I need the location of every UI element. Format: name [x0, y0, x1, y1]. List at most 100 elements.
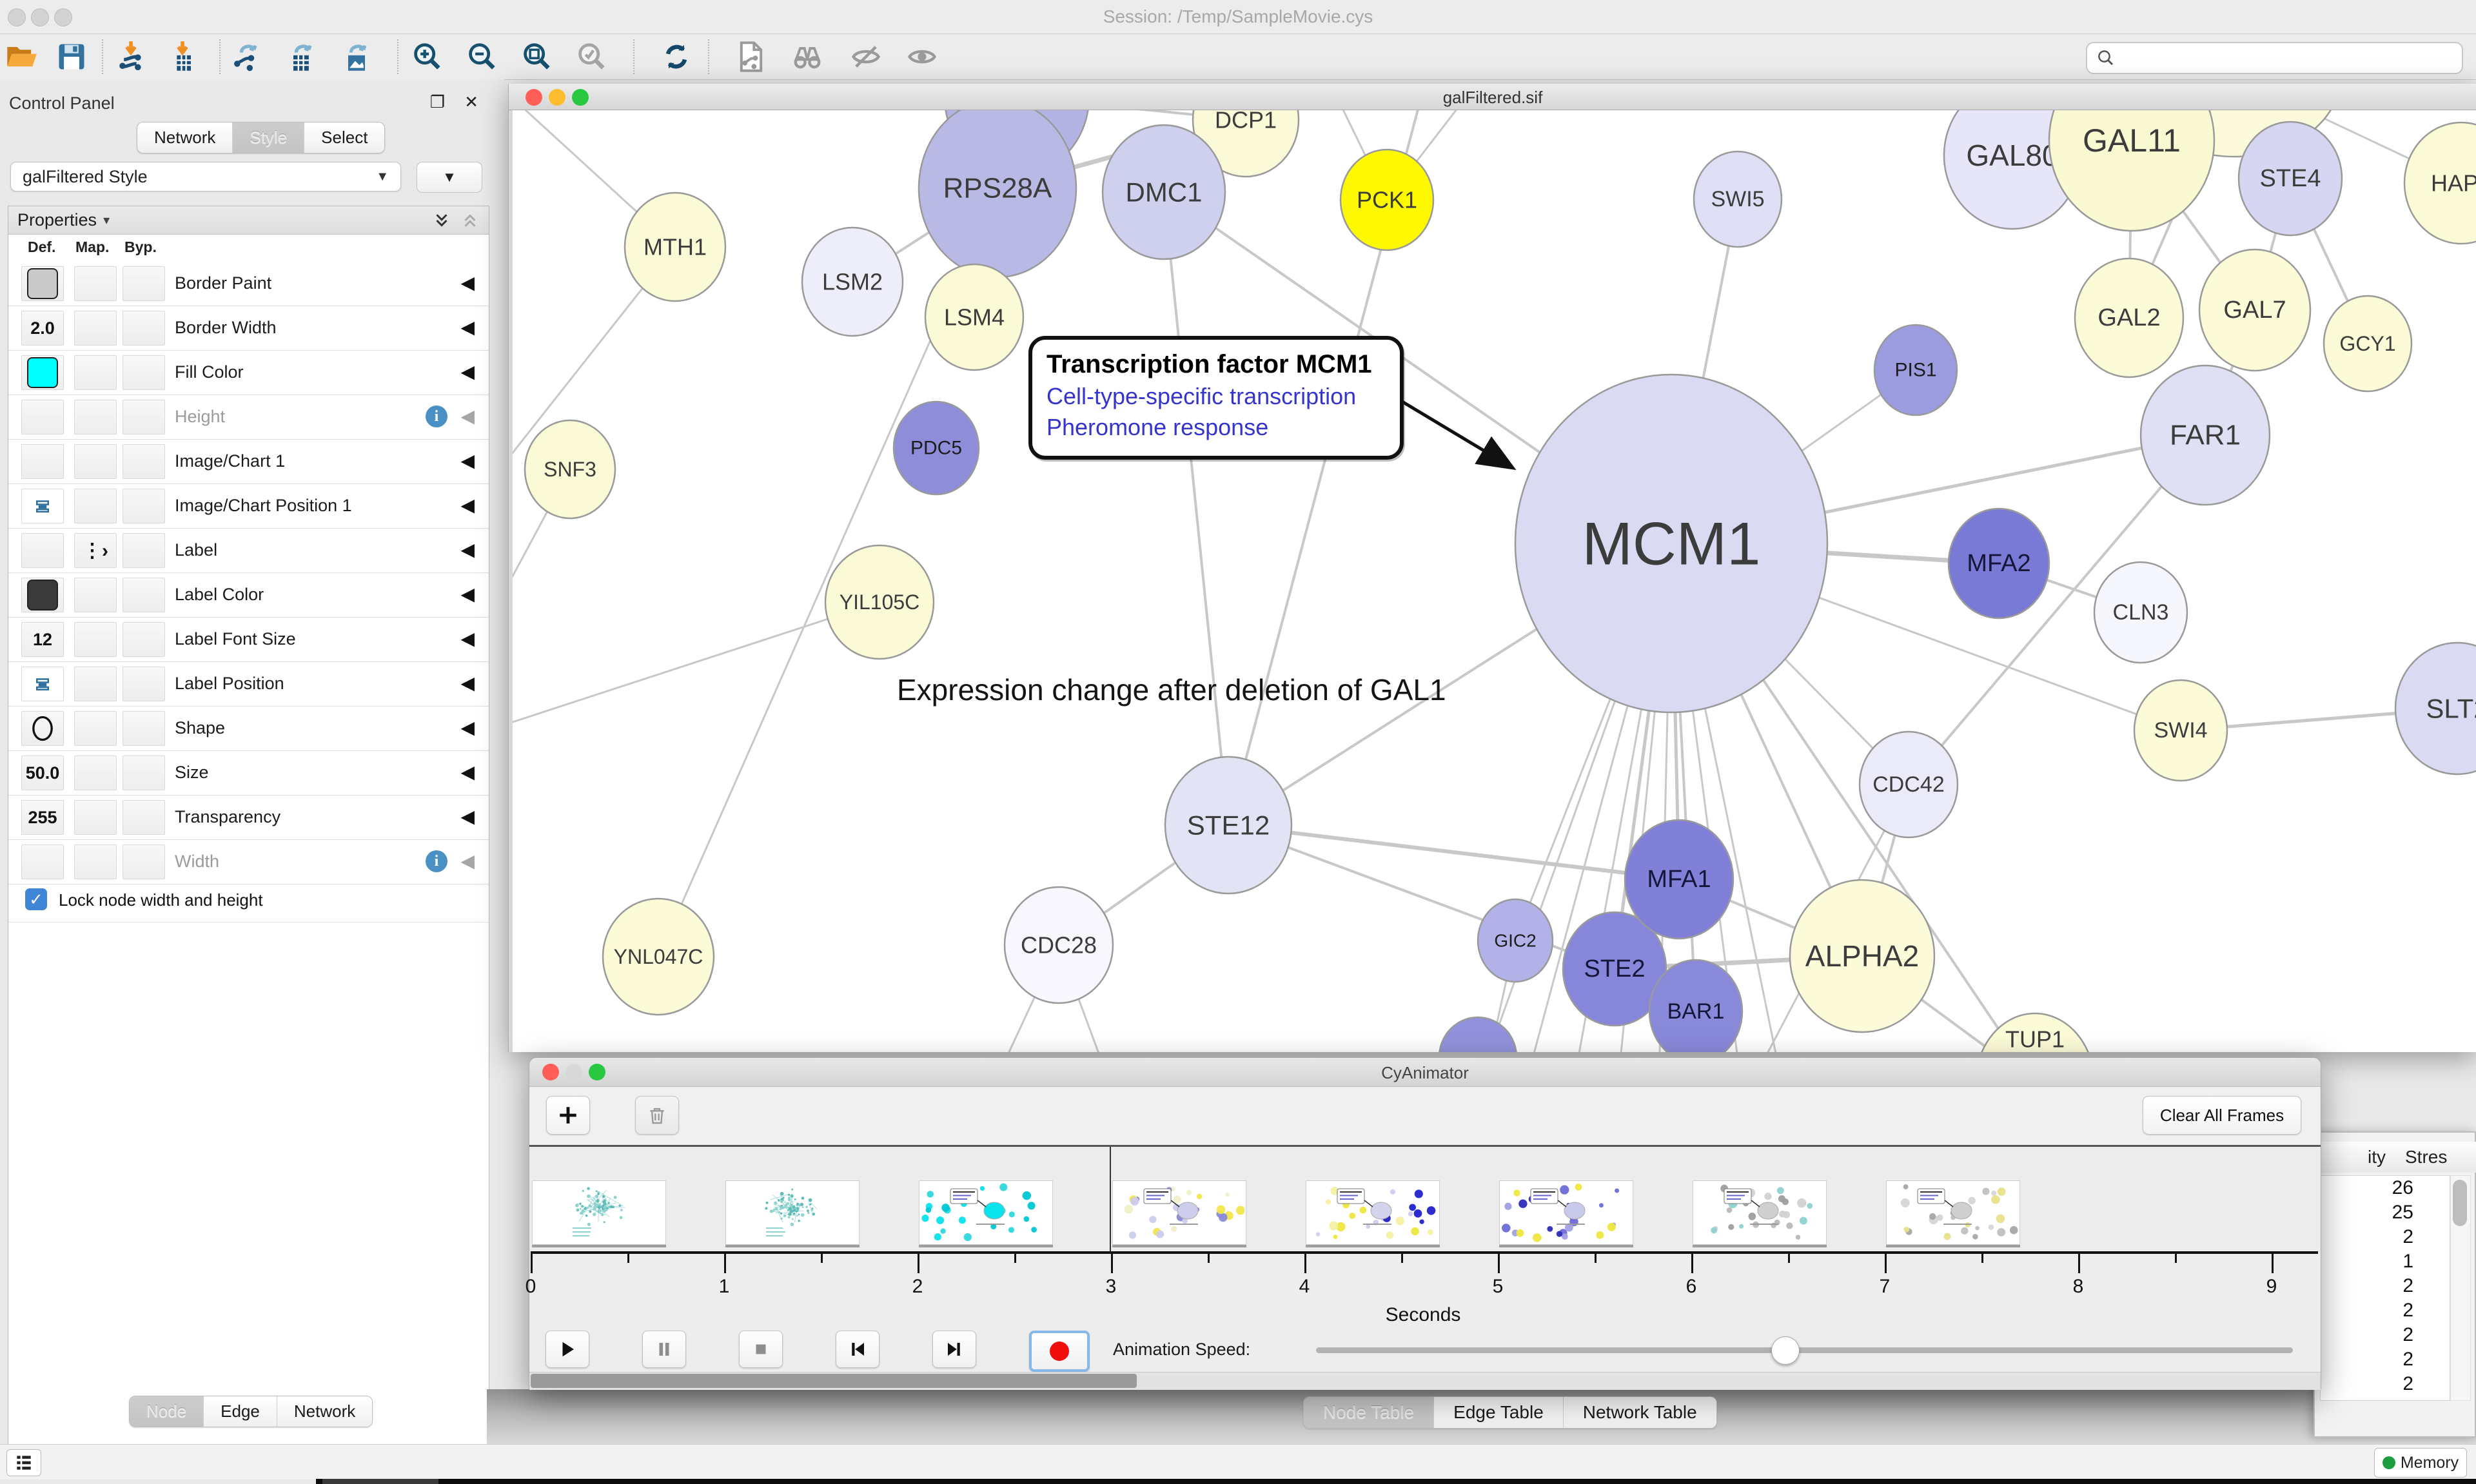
network-node-hap2[interactable]: HAP2 — [2404, 122, 2476, 244]
property-row[interactable]: ⋮›Label◀ — [8, 529, 489, 573]
previous-frame-button[interactable] — [836, 1331, 879, 1368]
frame-thumbnail-7[interactable] — [1886, 1180, 2020, 1245]
mapping-cell[interactable] — [74, 845, 117, 879]
save-session-icon[interactable] — [54, 39, 89, 74]
table-column-header-stress[interactable]: Stres — [2387, 1142, 2476, 1173]
frame-thumbnail-5[interactable] — [1499, 1180, 1633, 1245]
tab-style[interactable]: Style — [233, 122, 304, 153]
network-node-mth1[interactable]: MTH1 — [625, 193, 725, 301]
task-history-button[interactable] — [6, 1449, 41, 1476]
expand-property-icon[interactable]: ◀ — [460, 806, 475, 827]
tab-network[interactable]: Network — [137, 122, 233, 153]
default-value-cell[interactable] — [21, 355, 64, 390]
table-row[interactable]: 25 — [2321, 1200, 2450, 1225]
bypass-cell[interactable] — [123, 622, 165, 657]
network-node-rps28a[interactable]: RPS28A — [919, 110, 1076, 277]
network-node-mcm1[interactable]: MCM1 — [1515, 375, 1827, 712]
default-value-cell[interactable] — [21, 400, 64, 434]
table-row[interactable]: 2 — [2321, 1347, 2450, 1372]
expand-property-icon[interactable]: ◀ — [460, 494, 475, 516]
network-node-lsm2[interactable]: LSM2 — [802, 228, 903, 336]
network-node-yil105c[interactable]: YIL105C — [825, 545, 934, 659]
tab-network-table[interactable]: Network Table — [1564, 1397, 1716, 1428]
zoom-selected-icon[interactable] — [575, 39, 609, 74]
annotation-link-1[interactable]: Cell-type-specific transcription — [1046, 383, 1393, 410]
network-node-ynl047c[interactable]: YNL047C — [603, 899, 714, 1015]
bypass-cell[interactable] — [123, 667, 165, 701]
network-node-gal7[interactable]: GAL7 — [2199, 249, 2310, 371]
frame-thumbnail-0[interactable] — [532, 1180, 666, 1245]
show-graphics-details-icon[interactable] — [905, 39, 939, 74]
network-canvas[interactable]: DCP1RPS28ADMC1PCK1SWI5GAL80GAL11STE4HAP2… — [509, 110, 2476, 1052]
frame-thumbnail-4[interactable] — [1306, 1180, 1440, 1245]
mapping-cell[interactable] — [74, 311, 117, 346]
network-node-cln3[interactable]: CLN3 — [2094, 562, 2187, 663]
bypass-cell[interactable] — [123, 711, 165, 746]
default-value-cell[interactable] — [21, 711, 64, 746]
bypass-cell[interactable] — [123, 266, 165, 301]
network-node-dmc1[interactable]: DMC1 — [1103, 125, 1225, 259]
mapping-cell[interactable] — [74, 444, 117, 479]
tab-edge-table[interactable]: Edge Table — [1434, 1397, 1564, 1428]
refresh-layout-icon[interactable] — [659, 39, 694, 74]
frame-thumbnail-3[interactable] — [1112, 1180, 1246, 1245]
network-node-mfa1[interactable]: MFA1 — [1625, 820, 1733, 939]
zoom-in-icon[interactable] — [410, 39, 445, 74]
network-node-pck1[interactable]: PCK1 — [1341, 150, 1433, 250]
network-node-gcy1[interactable]: GCY1 — [2324, 296, 2412, 391]
tab-select[interactable]: Select — [304, 122, 384, 153]
bypass-cell[interactable] — [123, 533, 165, 568]
table-row[interactable]: 2 — [2321, 1372, 2450, 1396]
default-value-cell[interactable] — [21, 266, 64, 301]
default-value-cell[interactable] — [21, 444, 64, 479]
expand-property-icon[interactable]: ◀ — [460, 850, 475, 872]
default-value-cell[interactable]: 12 — [21, 622, 64, 657]
style-selector[interactable]: galFiltered Style ▼ — [10, 162, 401, 191]
table-row[interactable]: 2 — [2321, 1274, 2450, 1298]
table-scrollbar[interactable] — [2450, 1175, 2471, 1401]
network-node-slt2[interactable]: SLT2 — [2395, 643, 2476, 774]
cyanimator-frames-strip[interactable] — [529, 1147, 2321, 1256]
network-node-gic2[interactable]: GIC2 — [1478, 899, 1553, 982]
network-node-pis1[interactable]: PIS1 — [1874, 325, 1957, 415]
property-row[interactable]: 50.0Size◀ — [8, 751, 489, 796]
expand-property-icon[interactable]: ◀ — [460, 583, 475, 605]
search-box[interactable] — [2086, 42, 2463, 74]
expand-property-icon[interactable]: ◀ — [460, 539, 475, 560]
default-value-cell[interactable]: 50.0 — [21, 756, 64, 790]
slider-thumb[interactable] — [1771, 1336, 1800, 1365]
default-value-cell[interactable]: 255 — [21, 800, 64, 835]
open-session-icon[interactable] — [4, 39, 39, 74]
expand-property-icon[interactable]: ◀ — [460, 361, 475, 382]
property-row[interactable]: 12Label Font Size◀ — [8, 618, 489, 662]
float-panel-icon[interactable]: ❐ — [430, 92, 445, 112]
style-options-button[interactable]: ▼ — [417, 162, 482, 193]
mapping-cell[interactable] — [74, 266, 117, 301]
property-row[interactable]: Image/Chart Position 1◀ — [8, 484, 489, 529]
tab-edge[interactable]: Edge — [204, 1396, 277, 1427]
property-row[interactable]: Border Paint◀ — [8, 262, 489, 306]
bypass-cell[interactable] — [123, 578, 165, 612]
network-document-icon[interactable] — [734, 39, 769, 74]
mapping-cell[interactable] — [74, 355, 117, 390]
info-icon[interactable]: i — [426, 405, 447, 427]
animation-speed-slider[interactable] — [1316, 1347, 2293, 1353]
delete-frame-button[interactable] — [635, 1096, 679, 1135]
frame-thumbnail-2[interactable] — [919, 1180, 1053, 1245]
mapping-cell[interactable] — [74, 578, 117, 612]
network-node-n37[interactable] — [1439, 1017, 1517, 1052]
collapse-all-icon[interactable] — [460, 211, 480, 230]
table-row[interactable]: 1 — [2321, 1249, 2450, 1274]
expand-property-icon[interactable]: ◀ — [460, 450, 475, 471]
lock-size-checkbox[interactable]: ✓ — [25, 888, 47, 910]
next-frame-button[interactable] — [932, 1331, 976, 1368]
stop-button[interactable] — [739, 1331, 783, 1368]
mapping-cell[interactable] — [74, 622, 117, 657]
tab-node[interactable]: Node — [130, 1396, 204, 1427]
timeline-hscrollbar[interactable] — [529, 1372, 2321, 1390]
table-row[interactable]: 2 — [2321, 1225, 2450, 1249]
network-node-alpha2[interactable]: ALPHA2 — [1790, 880, 1934, 1032]
mapping-cell[interactable] — [74, 800, 117, 835]
network-node-swi5[interactable]: SWI5 — [1694, 151, 1782, 247]
mapping-cell[interactable] — [74, 711, 117, 746]
